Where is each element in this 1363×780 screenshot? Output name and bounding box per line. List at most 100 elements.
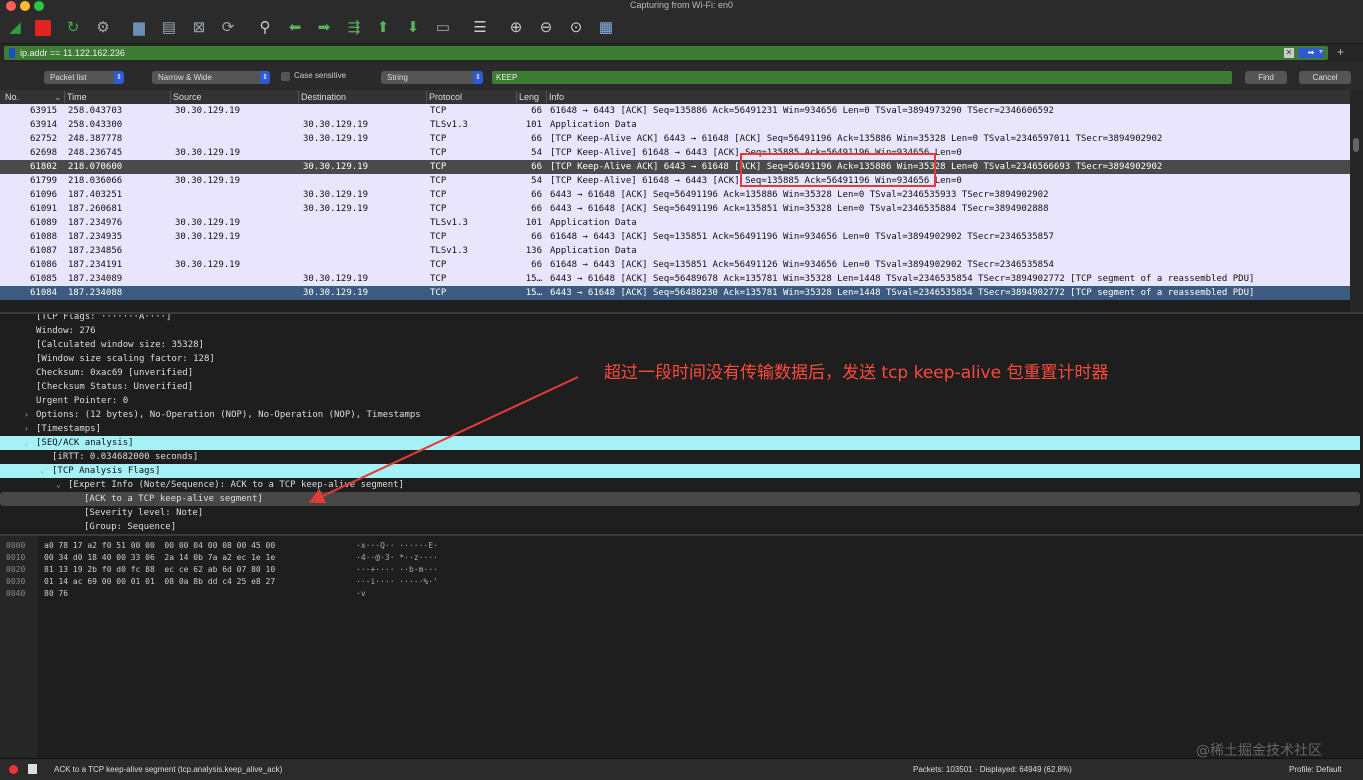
- detail-row[interactable]: [Severity level: Note]: [0, 506, 1360, 520]
- detail-text: Urgent Pointer: 0: [36, 396, 129, 406]
- packet-row[interactable]: 61089 187.234976 30.30.129.19 TLSv1.3 101 App…: [0, 216, 1350, 230]
- go-to-last-icon[interactable]: ⬇: [404, 19, 422, 37]
- bytes-offset: 0040: [6, 589, 26, 598]
- zoom-reset-icon[interactable]: ⊙: [567, 19, 585, 37]
- packet-row[interactable]: 61087 187.234856 TLSv1.3 136 Application Dat…: [0, 244, 1350, 258]
- detail-row[interactable]: › Options: (12 bytes), No-Operation (NOP)…: [0, 408, 1360, 422]
- go-forward-icon[interactable]: ➡: [315, 19, 333, 37]
- bytes-ascii[interactable]: ···i···· ·····%·': [356, 576, 438, 588]
- packet-cell-info: 61648 → 6443 [ACK] Seq=135886 Ack=564912…: [550, 106, 1054, 116]
- shark-fin-start-icon[interactable]: ◢: [6, 19, 24, 37]
- detail-row[interactable]: › [Timestamps]: [0, 422, 1360, 436]
- go-to-packet-icon[interactable]: ⇶: [345, 19, 363, 37]
- bytes-hex[interactable]: 01 14 ac 69 00 00 01 01 08 0a 8b dd c4 2…: [44, 576, 275, 588]
- detail-row[interactable]: [Calculated window size: 35328]: [0, 338, 1360, 352]
- packet-row[interactable]: 61086 187.234191 30.30.129.19 TCP 66 61648 → …: [0, 258, 1350, 272]
- bytes-hex[interactable]: a0 78 17 a2 f0 51 00 00 00 00 04 00 08 0…: [44, 540, 275, 552]
- column-header-time[interactable]: Time: [64, 91, 87, 103]
- bytes-ascii[interactable]: ···+···· ··b·m···: [356, 564, 438, 576]
- go-to-first-icon[interactable]: ⬆: [374, 19, 392, 37]
- find-button[interactable]: Find: [1245, 71, 1287, 84]
- packet-row[interactable]: 61091 187.260681 30.30.129.19 TCP 66 6443 → 6…: [0, 202, 1350, 216]
- packet-row[interactable]: 62698 248.236745 30.30.129.19 TCP 54 [TCP Kee…: [0, 146, 1350, 160]
- packet-row[interactable]: 61096 187.403251 30.30.129.19 TCP 66 6443 → 6…: [0, 188, 1350, 202]
- packet-cell-destination: 30.30.129.19: [303, 288, 369, 298]
- detail-row[interactable]: ⌄ [Expert Info (Note/Sequence): ACK to a …: [0, 478, 1360, 492]
- column-header-protocol[interactable]: Protocol: [426, 91, 462, 103]
- column-header-source[interactable]: Source: [170, 91, 202, 103]
- packet-cell-protocol: TCP: [430, 134, 447, 144]
- close-file-icon[interactable]: ⊠: [190, 19, 208, 37]
- column-header-no[interactable]: No.: [3, 91, 19, 103]
- detail-text: [Checksum Status: Unverified]: [36, 382, 194, 392]
- clear-filter-icon[interactable]: ✕: [1284, 48, 1294, 58]
- reload-file-icon[interactable]: ⟳: [219, 19, 237, 37]
- capture-comment-icon[interactable]: [28, 764, 37, 774]
- chevron-updown-icon: ⇕: [473, 71, 483, 84]
- packet-row[interactable]: 61085 187.234089 30.30.129.19 TCP 15… 6443 → …: [0, 272, 1350, 286]
- display-filter-input[interactable]: ip.addr == 11.122.162.236 ✕ ➡: [4, 46, 1328, 60]
- char-width-select[interactable]: Narrow & Wide ⇕: [152, 71, 270, 84]
- detail-row[interactable]: [ACK to a TCP keep-alive segment]: [0, 492, 1360, 506]
- search-packet-icon[interactable]: ⚲: [256, 19, 274, 37]
- detail-row[interactable]: Window: 276: [0, 324, 1360, 338]
- detail-row[interactable]: [TCP Flags: ·······A····]: [0, 314, 1360, 324]
- detail-row[interactable]: [iRTT: 0.034682000 seconds]: [0, 450, 1360, 464]
- find-query-input[interactable]: KEEP: [492, 71, 1232, 84]
- bytes-ascii[interactable]: ·4··@·3· *··z····: [356, 552, 438, 564]
- packet-row[interactable]: 63915 258.043703 30.30.129.19 TCP 66 61648 → …: [0, 104, 1350, 118]
- colorize-icon[interactable]: ☰: [471, 19, 489, 37]
- detail-row[interactable]: ⌄ [SEQ/ACK analysis]: [0, 436, 1360, 450]
- packet-list-scrollbar[interactable]: [1350, 90, 1363, 312]
- auto-scroll-icon[interactable]: ▭: [434, 19, 452, 37]
- packet-row[interactable]: 62752 248.387778 30.30.129.19 TCP 66 [TCP Kee…: [0, 132, 1350, 146]
- resize-columns-icon[interactable]: ▦: [597, 19, 615, 37]
- zoom-out-icon[interactable]: ⊖: [537, 19, 555, 37]
- search-in-select[interactable]: Packet list ⇕: [44, 71, 124, 84]
- zoom-in-icon[interactable]: ⊕: [507, 19, 525, 37]
- packet-row[interactable]: 61799 218.036066 30.30.129.19 TCP 54 [TCP Kee…: [0, 174, 1350, 188]
- search-type-select[interactable]: String ⇕: [381, 71, 483, 84]
- column-header-destination[interactable]: Destination: [298, 91, 346, 103]
- bookmark-icon[interactable]: [9, 48, 15, 58]
- column-header-info[interactable]: Info: [546, 91, 564, 103]
- expert-info-icon[interactable]: [9, 765, 18, 774]
- packet-row[interactable]: 63914 258.043300 30.30.129.19 TLSv1.3 101 App…: [0, 118, 1350, 132]
- packet-cell-no: 61096: [30, 190, 58, 200]
- bytes-hex[interactable]: 81 13 19 2b f0 d0 fc 88 ec ce 62 ab 6d 0…: [44, 564, 275, 576]
- go-back-icon[interactable]: ⬅: [286, 19, 304, 37]
- char-width-value: Narrow & Wide: [158, 73, 212, 82]
- cancel-button[interactable]: Cancel: [1299, 71, 1351, 84]
- scrollbar-thumb[interactable]: [1353, 138, 1359, 152]
- expand-toggle-icon[interactable]: ⌄: [40, 464, 45, 478]
- expand-toggle-icon[interactable]: ›: [24, 422, 29, 436]
- add-filter-button-icon[interactable]: +: [1337, 45, 1344, 59]
- detail-row[interactable]: ⌄ [TCP Analysis Flags]: [0, 464, 1360, 478]
- expand-toggle-icon[interactable]: ›: [24, 408, 29, 422]
- save-file-icon[interactable]: ▤: [160, 19, 178, 37]
- packet-cell-info: [TCP Keep-Alive] 61648 → 6443 [ACK] Seq=…: [550, 176, 962, 186]
- restart-capture-icon[interactable]: ↻: [64, 19, 82, 37]
- status-profile[interactable]: Profile: Default: [1289, 765, 1341, 774]
- packet-list-header: No. ⌄ Time Source Destination Protocol L…: [0, 90, 1350, 104]
- packet-row[interactable]: 61084 187.234088 30.30.129.19 TCP 15… 6443 → …: [0, 286, 1350, 300]
- column-header-length[interactable]: Leng: [516, 91, 539, 103]
- capture-options-icon[interactable]: ⚙: [94, 19, 112, 37]
- packet-row[interactable]: 61802 218.070600 30.30.129.19 TCP 66 [TCP Kee…: [0, 160, 1350, 174]
- detail-row[interactable]: [Group: Sequence]: [0, 520, 1360, 534]
- case-sensitive-checkbox[interactable]: [281, 72, 290, 81]
- find-packet-bar: Packet list ⇕ Narrow & Wide ⇕ Case sensi…: [0, 62, 1363, 90]
- filter-history-dropdown-icon[interactable]: ▾: [1319, 47, 1323, 56]
- bytes-ascii[interactable]: ·v: [356, 588, 366, 600]
- bytes-hex[interactable]: 00 34 d0 18 40 00 33 06 2a 14 0b 7a a2 e…: [44, 552, 275, 564]
- bytes-hex[interactable]: 80 76: [44, 588, 68, 600]
- display-filter-value[interactable]: ip.addr == 11.122.162.236: [20, 47, 125, 59]
- expand-toggle-icon[interactable]: ⌄: [24, 436, 29, 450]
- bytes-ascii[interactable]: ·x···Q·· ······E·: [356, 540, 438, 552]
- detail-row[interactable]: Urgent Pointer: 0: [0, 394, 1360, 408]
- packet-cell-no: 63915: [30, 106, 58, 116]
- expand-toggle-icon[interactable]: ⌄: [56, 478, 61, 492]
- packet-row[interactable]: 61088 187.234935 30.30.129.19 TCP 66 61648 → …: [0, 230, 1350, 244]
- stop-capture-icon[interactable]: [34, 19, 52, 37]
- open-file-icon[interactable]: ▆: [130, 19, 148, 37]
